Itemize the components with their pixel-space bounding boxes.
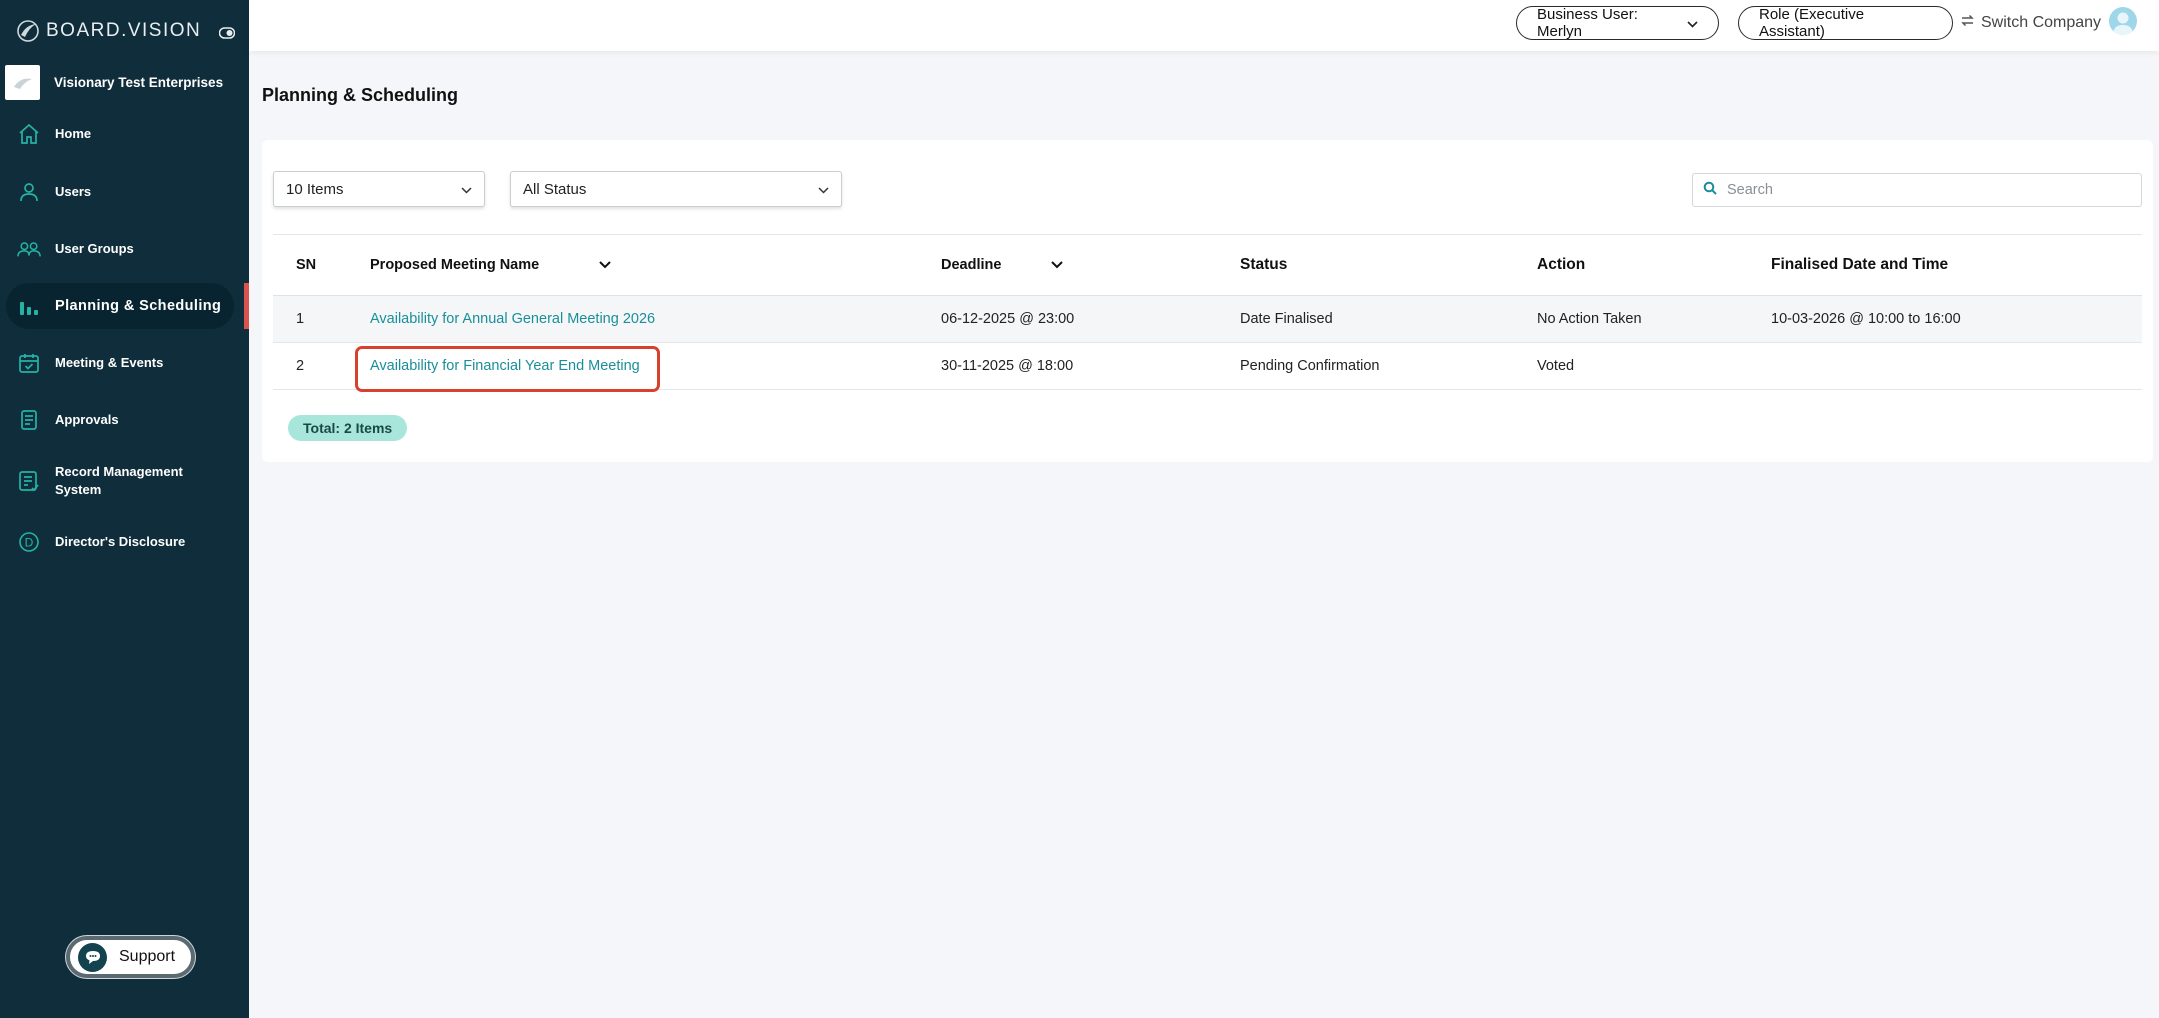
sidebar-item-label: Record Management System	[55, 464, 183, 497]
header-action: Action	[1537, 256, 1586, 273]
sidebar-item-label: Planning & Scheduling	[55, 298, 222, 314]
cell-finalised: 10-03-2026 @ 10:00 to 16:00	[1771, 311, 1961, 327]
sort-chevron-icon[interactable]	[1051, 261, 1064, 269]
cell-sn: 1	[296, 311, 305, 327]
calendar-check-icon	[17, 351, 41, 375]
cell-deadline: 06-12-2025 @ 23:00	[941, 311, 1075, 327]
items-per-page-select[interactable]: 10 Items	[273, 171, 485, 207]
header-sn: SN	[296, 257, 317, 273]
sidebar-item-label: Approvals	[55, 412, 119, 427]
content-card: 10 Items All Status SN Proposed Meeting …	[262, 140, 2153, 462]
company-selector[interactable]: Visionary Test Enterprises	[5, 65, 223, 100]
sidebar-item-label: Users	[55, 184, 92, 199]
support-label: Support	[119, 948, 176, 965]
users-icon	[17, 237, 41, 261]
chevron-down-icon	[1687, 15, 1698, 32]
board-vision-logo-icon	[17, 20, 39, 42]
role-button[interactable]: Role (Executive Assistant)	[1738, 6, 1953, 40]
sidebar-item-planning-scheduling[interactable]: Planning & Scheduling	[6, 283, 234, 329]
company-logo	[5, 65, 40, 100]
search-input[interactable]	[1727, 182, 2127, 198]
cell-action: Voted	[1537, 358, 1575, 374]
sidebar-item-label: Meeting & Events	[55, 355, 164, 370]
search-icon	[1703, 181, 1717, 200]
sidebar-item-label: User Groups	[55, 241, 134, 256]
company-name: Visionary Test Enterprises	[54, 75, 224, 90]
brand-logo[interactable]: BOARD.VISION	[16, 19, 201, 43]
record-icon	[17, 469, 41, 493]
sidebar-item-approvals[interactable]: Approvals	[6, 397, 234, 443]
header-name[interactable]: Proposed Meeting Name	[370, 235, 611, 295]
sidebar-item-users[interactable]: Users	[6, 169, 234, 215]
sidebar: BOARD.VISION Visionary Test Enterprises …	[0, 0, 249, 1018]
table-row: 2 Availability for Financial Year End Me…	[273, 343, 2142, 390]
swap-icon	[1960, 13, 1975, 33]
chevron-down-icon	[461, 181, 472, 198]
sidebar-item-meeting-events[interactable]: Meeting & Events	[6, 340, 234, 386]
cell-status: Date Finalised	[1240, 311, 1333, 327]
status-filter-select[interactable]: All Status	[510, 171, 842, 207]
meeting-name-link[interactable]: Availability for Annual General Meeting …	[370, 296, 655, 342]
cell-sn: 2	[296, 358, 305, 374]
header-status: Status	[1240, 256, 1288, 273]
svg-text:D: D	[25, 536, 34, 550]
user-icon	[17, 180, 41, 204]
search-box[interactable]	[1692, 173, 2142, 207]
active-indicator	[244, 283, 249, 329]
page-title: Planning & Scheduling	[262, 85, 459, 105]
support-button[interactable]: Support	[66, 936, 195, 978]
cell-deadline: 30-11-2025 @ 18:00	[941, 358, 1074, 374]
role-label: Role (Executive Assistant)	[1759, 6, 1865, 40]
sort-chevron-icon[interactable]	[599, 261, 611, 269]
status-filter-value: All Status	[523, 180, 587, 198]
brand-name: BOARD.VISION	[46, 20, 202, 41]
sidebar-item-record-management[interactable]: Record Management System	[6, 458, 234, 504]
home-icon	[17, 122, 41, 146]
avatar[interactable]	[2109, 7, 2137, 35]
table-header: SN Proposed Meeting Name Deadline Status…	[273, 234, 2142, 296]
business-user-label: Business User: Merlyn	[1537, 6, 1638, 40]
table-row: 1 Availability for Annual General Meetin…	[273, 296, 2142, 343]
switch-company-button[interactable]: Switch Company	[1960, 11, 2101, 35]
cell-status: Pending Confirmation	[1240, 358, 1380, 374]
business-user-dropdown[interactable]: Business User: Merlyn	[1516, 6, 1719, 40]
sidebar-item-directors-disclosure[interactable]: D Director's Disclosure	[6, 519, 234, 565]
sidebar-item-label: Home	[55, 126, 92, 141]
header-deadline[interactable]: Deadline	[941, 235, 1064, 295]
chevron-down-icon	[818, 181, 829, 198]
cell-action: No Action Taken	[1537, 311, 1642, 327]
user-avatar-icon	[2113, 12, 2133, 35]
top-bar: Business User: Merlyn Role (Executive As…	[249, 0, 2159, 51]
header-finalised: Finalised Date and Time	[1771, 256, 1949, 273]
header-deadline-label: Deadline	[941, 257, 1002, 273]
d-circle-icon: D	[17, 530, 41, 554]
sidebar-item-label: Director's Disclosure	[55, 534, 186, 549]
total-items-badge: Total: 2 Items	[288, 415, 408, 441]
switch-company-label: Switch Company	[1981, 14, 2102, 31]
chat-bubble-icon	[78, 942, 107, 972]
header-name-label: Proposed Meeting Name	[370, 257, 540, 273]
bar-chart-icon	[17, 294, 41, 318]
sidebar-item-user-groups[interactable]: User Groups	[6, 226, 234, 272]
document-icon	[17, 408, 41, 432]
sidebar-item-home[interactable]: Home	[6, 111, 234, 157]
items-per-page-value: 10 Items	[286, 180, 344, 198]
meeting-name-link[interactable]: Availability for Financial Year End Meet…	[370, 343, 640, 389]
sidebar-toggle-icon[interactable]	[218, 26, 236, 44]
